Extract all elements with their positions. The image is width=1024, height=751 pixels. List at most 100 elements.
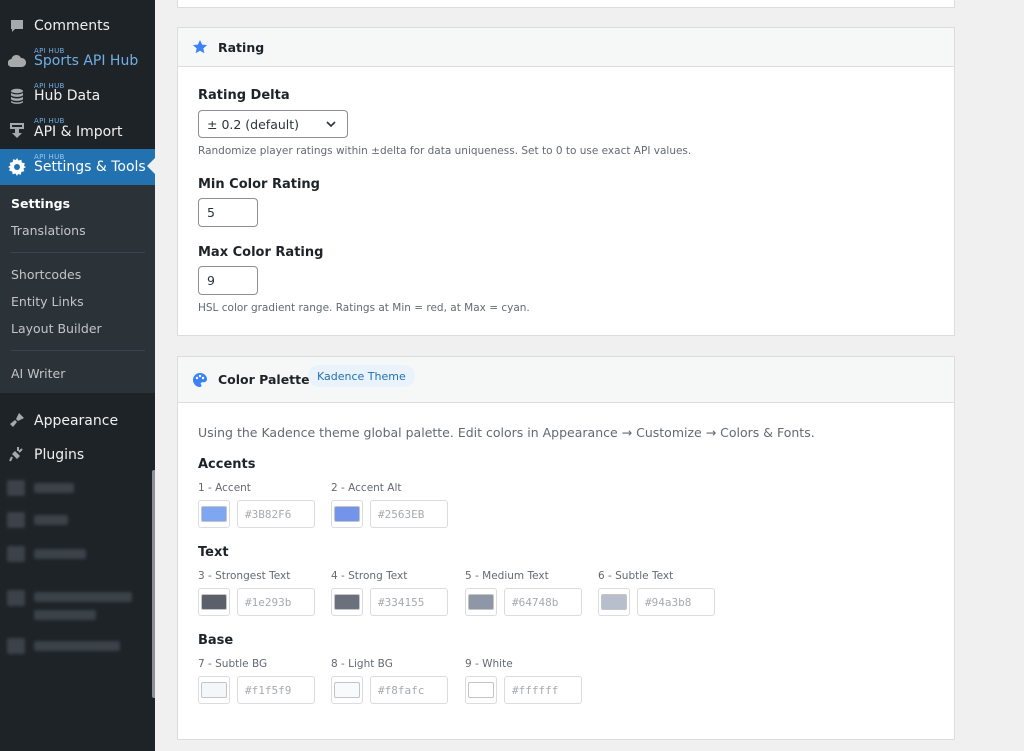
plug-icon xyxy=(7,444,27,464)
comment-icon xyxy=(7,16,27,36)
rating-panel: Rating Rating Delta ± 0.2 (default) Rand… xyxy=(177,27,955,336)
menu-label: Settings & Tools xyxy=(34,159,146,175)
chevron-down-icon xyxy=(326,121,336,128)
color-swatch-button[interactable] xyxy=(198,588,230,616)
menu-label: API & Import xyxy=(34,124,123,140)
color-chip xyxy=(201,594,227,610)
submenu-entity-links[interactable]: Entity Links xyxy=(11,294,84,309)
rating-delta-hint: Randomize player ratings within ±delta f… xyxy=(198,145,692,157)
redacted-menu-icon xyxy=(7,546,25,562)
color-hex-value: #2563EB xyxy=(378,507,425,521)
color-hex-field[interactable]: #94a3b8 xyxy=(637,588,715,616)
min-color-rating-value: 5 xyxy=(207,205,215,220)
color-hex-field[interactable]: #64748b xyxy=(504,588,582,616)
rating-panel-title: Rating xyxy=(218,39,265,55)
redacted-menu-icon xyxy=(7,590,25,606)
min-color-rating-input[interactable]: 5 xyxy=(198,198,258,227)
settings-submenu: Settings Translations Shortcodes Entity … xyxy=(0,185,155,393)
color-swatch-button[interactable] xyxy=(331,676,363,704)
rating-delta-select[interactable]: ± 0.2 (default) xyxy=(198,110,348,138)
redacted-menu-icon xyxy=(7,512,25,528)
redacted-menu-label xyxy=(34,483,74,493)
color-chip xyxy=(334,506,360,522)
color-swatch-label: 3 - Strongest Text xyxy=(198,570,291,582)
color-swatch-button[interactable] xyxy=(331,588,363,616)
color-range-hint: HSL color gradient range. Ratings at Min… xyxy=(198,302,530,314)
submenu-layout-builder[interactable]: Layout Builder xyxy=(11,321,102,336)
redacted-menu-icon xyxy=(7,480,25,496)
color-hex-value: #1e293b xyxy=(245,595,292,609)
min-color-rating-label: Min Color Rating xyxy=(198,177,320,192)
sidebar-scrollbar[interactable] xyxy=(152,470,155,698)
color-swatch-label: 5 - Medium Text xyxy=(465,570,549,582)
previous-panel-edge xyxy=(177,0,955,8)
menu-label: Appearance xyxy=(34,413,119,429)
color-hex-field[interactable]: #ffffff xyxy=(504,676,582,704)
menu-label: Comments xyxy=(34,18,110,34)
color-swatch-button[interactable] xyxy=(331,500,363,528)
color-hex-field[interactable]: #334155 xyxy=(370,588,448,616)
color-hex-field[interactable]: #f1f5f9 xyxy=(237,676,315,704)
max-color-rating-input[interactable]: 9 xyxy=(198,266,258,295)
menu-appearance[interactable]: Appearance xyxy=(0,403,155,437)
admin-sidebar: Comments API HUB Sports API Hub API HUB … xyxy=(0,0,155,751)
color-swatch-button[interactable] xyxy=(198,500,230,528)
color-palette-panel: Color Palette Kadence Theme Using the Ka… xyxy=(177,356,955,740)
color-swatch-label: 6 - Subtle Text xyxy=(598,570,674,582)
color-swatch-button[interactable] xyxy=(598,588,630,616)
color-swatch-button[interactable] xyxy=(465,588,497,616)
menu-hub-data[interactable]: API HUB Hub Data xyxy=(0,79,155,113)
redacted-menu-label xyxy=(34,592,132,602)
color-hex-field[interactable]: #2563EB xyxy=(370,500,448,528)
color-palette-title: Color Palette xyxy=(218,372,310,387)
submenu-settings[interactable]: Settings xyxy=(11,196,70,211)
gear-icon xyxy=(7,157,27,177)
redacted-menu-label xyxy=(34,641,120,651)
color-swatch-button[interactable] xyxy=(465,676,497,704)
submenu-shortcodes[interactable]: Shortcodes xyxy=(11,267,81,282)
color-chip xyxy=(601,594,627,610)
star-icon xyxy=(192,40,208,54)
color-hex-field[interactable]: #1e293b xyxy=(237,588,315,616)
rating-delta-value: ± 0.2 (default) xyxy=(207,116,300,132)
color-hex-value: #ffffff xyxy=(512,683,559,697)
redacted-menu-icon xyxy=(7,638,25,654)
color-swatch-label: 1 - Accent xyxy=(198,482,251,494)
color-swatch-button[interactable] xyxy=(198,676,230,704)
color-hex-field[interactable]: #f8fafc xyxy=(370,676,448,704)
menu-comments[interactable]: Comments xyxy=(0,9,155,43)
color-hex-value: #64748b xyxy=(512,595,559,609)
color-palette-header: Color Palette Kadence Theme xyxy=(178,357,954,403)
redacted-menu-label xyxy=(34,515,68,525)
color-swatch-label: 9 - White xyxy=(465,658,513,670)
palette-group-title: Base xyxy=(198,633,234,648)
menu-plugins[interactable]: Plugins xyxy=(0,437,155,471)
palette-group-title: Accents xyxy=(198,457,256,472)
submenu-translations[interactable]: Translations xyxy=(11,223,86,238)
menu-settings-tools[interactable]: API HUB Settings & Tools xyxy=(0,149,155,185)
color-hex-value: #334155 xyxy=(378,595,425,609)
color-swatch-label: 2 - Accent Alt xyxy=(331,482,402,494)
color-chip xyxy=(334,682,360,698)
palette-group-title: Text xyxy=(198,545,229,560)
redacted-menu-label xyxy=(34,610,96,620)
color-swatch-label: 4 - Strong Text xyxy=(331,570,408,582)
menu-label: Sports API Hub xyxy=(34,53,139,69)
menu-sports-api-hub[interactable]: API HUB Sports API Hub xyxy=(0,44,155,78)
database-icon xyxy=(7,86,27,106)
menu-api-import[interactable]: API HUB API & Import xyxy=(0,114,155,148)
color-swatch-label: 8 - Light BG xyxy=(331,658,393,670)
rating-panel-header: Rating xyxy=(178,28,954,67)
color-hex-field[interactable]: #3B82F6 xyxy=(237,500,315,528)
redacted-menu-label xyxy=(34,549,86,559)
palette-icon xyxy=(193,373,207,387)
color-hex-value: #3B82F6 xyxy=(245,507,292,521)
menu-label: Hub Data xyxy=(34,88,101,104)
max-color-rating-label: Max Color Rating xyxy=(198,245,324,260)
color-chip xyxy=(201,682,227,698)
submenu-ai-writer[interactable]: AI Writer xyxy=(11,366,65,381)
color-chip xyxy=(201,506,227,522)
brush-icon xyxy=(7,410,27,430)
menu-label: Plugins xyxy=(34,447,85,463)
color-chip xyxy=(468,682,494,698)
